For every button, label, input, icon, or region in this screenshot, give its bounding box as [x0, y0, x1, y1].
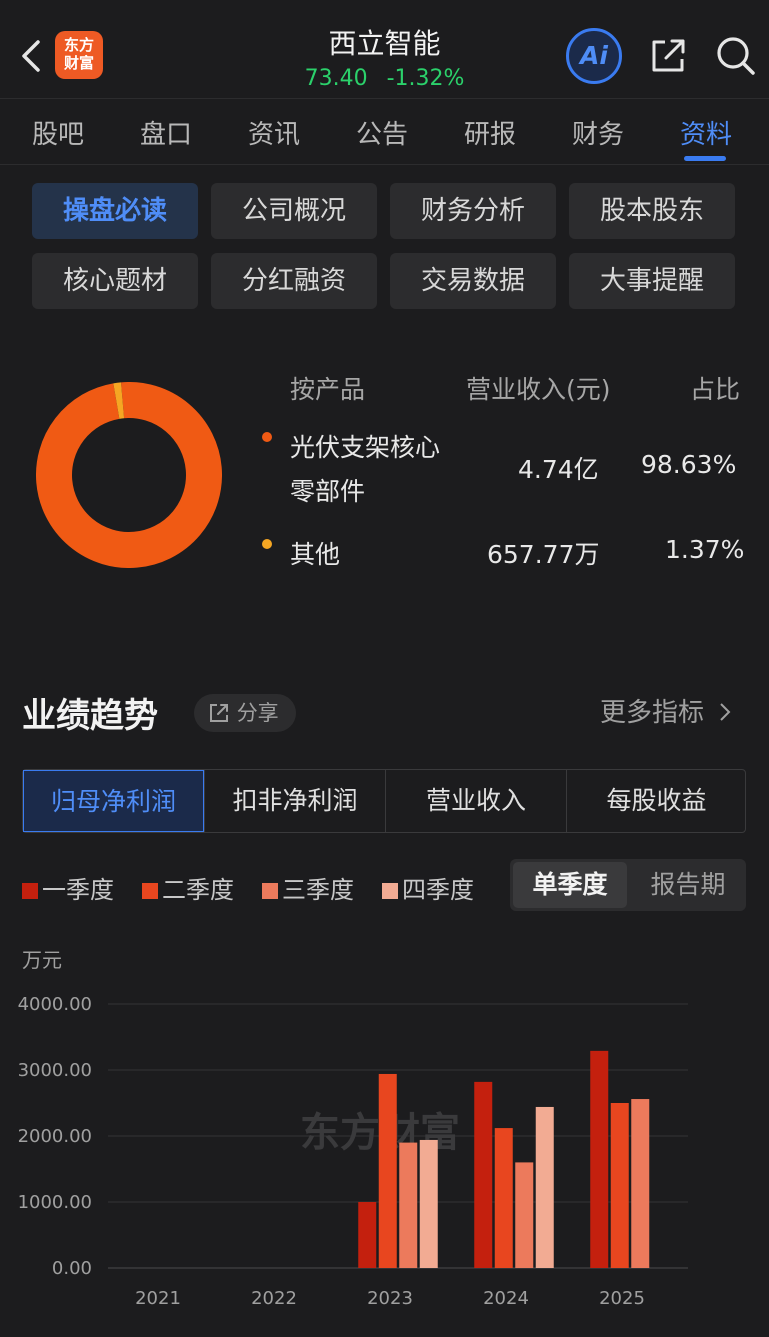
period-toggle: 单季度 报告期: [510, 859, 746, 911]
subtab-trading-must-read[interactable]: 操盘必读: [32, 183, 198, 239]
chevron-right-icon: [720, 703, 731, 721]
legend-label-q1: 一季度: [42, 876, 114, 904]
legend-swatch-q4: [382, 883, 398, 899]
section-title-performance: 业绩趋势: [22, 696, 158, 736]
legend-label-q3: 三季度: [282, 876, 354, 904]
subtab-events[interactable]: 大事提醒: [569, 253, 735, 309]
stock-price: 73.40: [304, 66, 368, 91]
bar-2024-q2[interactable]: [494, 1128, 513, 1268]
revenue-row-pv-pct: 98.63%: [641, 450, 737, 479]
tab-finance[interactable]: 财务: [572, 114, 624, 151]
legend-q1: 一季度: [22, 870, 114, 905]
bar-2025-q2[interactable]: [610, 1103, 629, 1268]
legend-swatch-q3: [262, 883, 278, 899]
bar-2023-q2[interactable]: [378, 1073, 397, 1268]
metric-tabs: 归母净利润 扣非净利润 营业收入 每股收益: [22, 769, 746, 833]
ai-assistant-icon[interactable]: Ai: [566, 28, 622, 84]
tab-research[interactable]: 研报: [464, 114, 516, 151]
stock-change: -1.32%: [386, 66, 465, 91]
bar-2024-q1[interactable]: [474, 1081, 493, 1268]
period-report[interactable]: 报告期: [632, 862, 744, 908]
tab-guba[interactable]: 股吧: [32, 114, 84, 151]
legend-q3: 三季度: [262, 870, 354, 905]
x-tick-label: 2023: [367, 1288, 413, 1309]
legend-label-q2: 二季度: [162, 876, 234, 904]
share-button[interactable]: 分享: [194, 694, 296, 732]
share-label: 分享: [236, 701, 279, 725]
product-name-line-2: 零部件: [290, 477, 366, 506]
subtab-financial-analysis[interactable]: 财务分析: [390, 183, 556, 239]
bar-2023-q4[interactable]: [419, 1139, 438, 1268]
header-divider: [0, 98, 769, 99]
legend-swatch-q1: [22, 883, 38, 899]
legend-q2: 二季度: [142, 870, 234, 905]
metric-tab-net-profit[interactable]: 归母净利润: [23, 770, 204, 832]
x-tick-label: 2022: [251, 1288, 297, 1309]
period-single-quarter[interactable]: 单季度: [513, 862, 627, 908]
bar-2024-q4[interactable]: [535, 1106, 554, 1268]
tab-profile[interactable]: 资料: [680, 114, 732, 151]
subtab-core-themes[interactable]: 核心题材: [32, 253, 198, 309]
bar-2025-q1[interactable]: [590, 1050, 609, 1268]
performance-bar-chart: 0.001000.002000.003000.004000.00东方财富2021…: [18, 994, 688, 1309]
share-icon[interactable]: [648, 36, 688, 76]
metric-tab-eps[interactable]: 每股收益: [566, 770, 746, 832]
metric-tab-revenue[interactable]: 营业收入: [385, 770, 566, 832]
revenue-row-other-amount: 657.77万: [487, 540, 600, 569]
donut-slice-0: [36, 382, 222, 568]
bar-2024-q3[interactable]: [515, 1162, 534, 1268]
col-header-revenue: 营业收入(元): [466, 375, 611, 404]
bar-2023-q1[interactable]: [358, 1202, 377, 1268]
main-tabs: 股吧 盘口 资讯 公告 研报 财务 资料: [0, 100, 769, 164]
header-bar: 东方 财富 西立智能 73.40 -1.32% Ai: [0, 0, 769, 98]
y-tick-label: 1000.00: [18, 1192, 92, 1213]
bar-2025-q3[interactable]: [631, 1099, 650, 1268]
revenue-donut-chart: [36, 382, 222, 568]
legend-dot-other: [262, 539, 272, 549]
metric-tab-deducted-net-profit[interactable]: 扣非净利润: [204, 770, 385, 832]
more-label: 更多指标: [600, 698, 705, 728]
tabs-divider: [0, 164, 769, 165]
legend-dot-pv: [262, 432, 272, 442]
active-tab-indicator: [684, 156, 726, 161]
search-icon[interactable]: [714, 34, 756, 76]
subtab-trading-data[interactable]: 交易数据: [390, 253, 556, 309]
tab-pankou[interactable]: 盘口: [140, 114, 192, 151]
subtab-company-overview[interactable]: 公司概况: [211, 183, 377, 239]
y-tick-label: 3000.00: [18, 1060, 92, 1081]
x-tick-label: 2024: [483, 1288, 529, 1309]
y-tick-label: 0.00: [52, 1258, 92, 1279]
revenue-row-pv-amount: 4.74亿: [518, 455, 599, 484]
y-tick-label: 2000.00: [18, 1126, 92, 1147]
legend-q4: 四季度: [382, 870, 474, 905]
share-small-icon: [210, 704, 228, 722]
tab-news[interactable]: 资讯: [248, 114, 300, 151]
revenue-row-other-pct: 1.37%: [665, 535, 745, 564]
revenue-row-other-name: 其他: [290, 540, 341, 569]
x-tick-label: 2021: [135, 1288, 181, 1309]
subtab-dividend-financing[interactable]: 分红融资: [211, 253, 377, 309]
x-tick-label: 2025: [599, 1288, 645, 1309]
revenue-row-pv-name: 光伏支架核心 零部件: [290, 426, 440, 514]
legend-swatch-q2: [142, 883, 158, 899]
subtab-shareholders[interactable]: 股本股东: [569, 183, 735, 239]
legend-label-q4: 四季度: [402, 876, 474, 904]
tab-announcements[interactable]: 公告: [356, 114, 408, 151]
more-indicators-link[interactable]: 更多指标: [600, 692, 732, 729]
chart-unit-label: 万元: [22, 948, 62, 972]
product-name-line-1: 光伏支架核心: [290, 433, 441, 462]
col-header-share: 占比: [690, 375, 741, 404]
y-tick-label: 4000.00: [18, 994, 92, 1015]
bar-2023-q3[interactable]: [399, 1142, 418, 1268]
col-header-product: 按产品: [290, 375, 366, 404]
